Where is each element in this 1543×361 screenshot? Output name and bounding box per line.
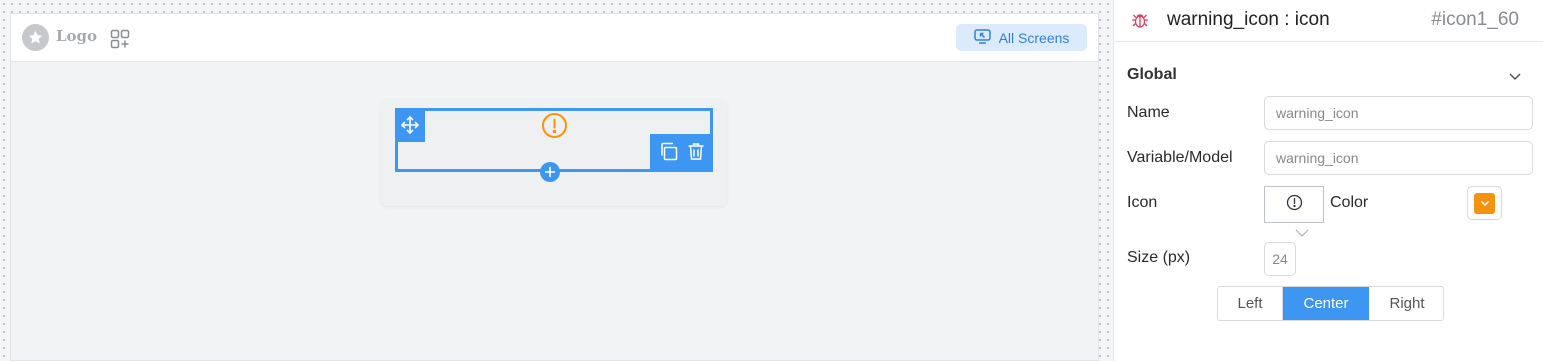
align-right-button[interactable]: Right [1369, 287, 1443, 320]
panel-header: warning_icon : icon #icon1_60 [1114, 0, 1543, 42]
align-left-button[interactable]: Left [1218, 287, 1283, 320]
element-id: #icon1_60 [1431, 9, 1519, 30]
color-swatch [1474, 192, 1495, 214]
bug-icon [1130, 10, 1150, 30]
add-widget-icon[interactable] [110, 29, 130, 49]
screen-icon [973, 28, 991, 47]
align-center-button[interactable]: Center [1283, 287, 1369, 320]
move-handle-icon[interactable] [395, 108, 425, 142]
panel-title: warning_icon : icon [1167, 9, 1330, 30]
size-label: Size (px) [1127, 249, 1191, 266]
color-picker-button[interactable] [1467, 186, 1502, 220]
icon-picker[interactable] [1264, 186, 1324, 223]
variable-input[interactable]: warning_icon [1264, 141, 1533, 175]
all-screens-button[interactable]: All Screens [956, 24, 1087, 51]
alignment-toggle: Left Center Right [1217, 286, 1444, 321]
icon-label: Icon [1127, 194, 1158, 211]
alert-circle-icon [1286, 194, 1303, 216]
frame-header: Logo All Screens [11, 14, 1098, 62]
delete-icon[interactable] [687, 142, 705, 165]
icon-picker-caret-icon[interactable] [1295, 225, 1309, 237]
size-input[interactable]: 24 [1264, 242, 1296, 276]
chevron-down-icon[interactable] [1507, 68, 1523, 84]
all-screens-label: All Screens [998, 29, 1070, 46]
duplicate-icon[interactable] [659, 142, 678, 165]
section-title-global[interactable]: Global [1127, 66, 1177, 84]
add-element-button[interactable] [540, 162, 560, 182]
canvas-area[interactable]: Logo All Screens [0, 0, 1113, 361]
element-action-bar [650, 134, 713, 172]
name-label: Name [1127, 104, 1170, 121]
logo-text: Logo [56, 27, 98, 45]
name-input[interactable]: warning_icon [1264, 96, 1533, 130]
warning-icon[interactable] [541, 112, 568, 139]
color-label: Color [1330, 194, 1369, 211]
variable-label: Variable/Model [1127, 149, 1233, 166]
logo-star-icon [22, 24, 49, 51]
properties-panel: warning_icon : icon #icon1_60 Global Nam… [1113, 0, 1543, 361]
